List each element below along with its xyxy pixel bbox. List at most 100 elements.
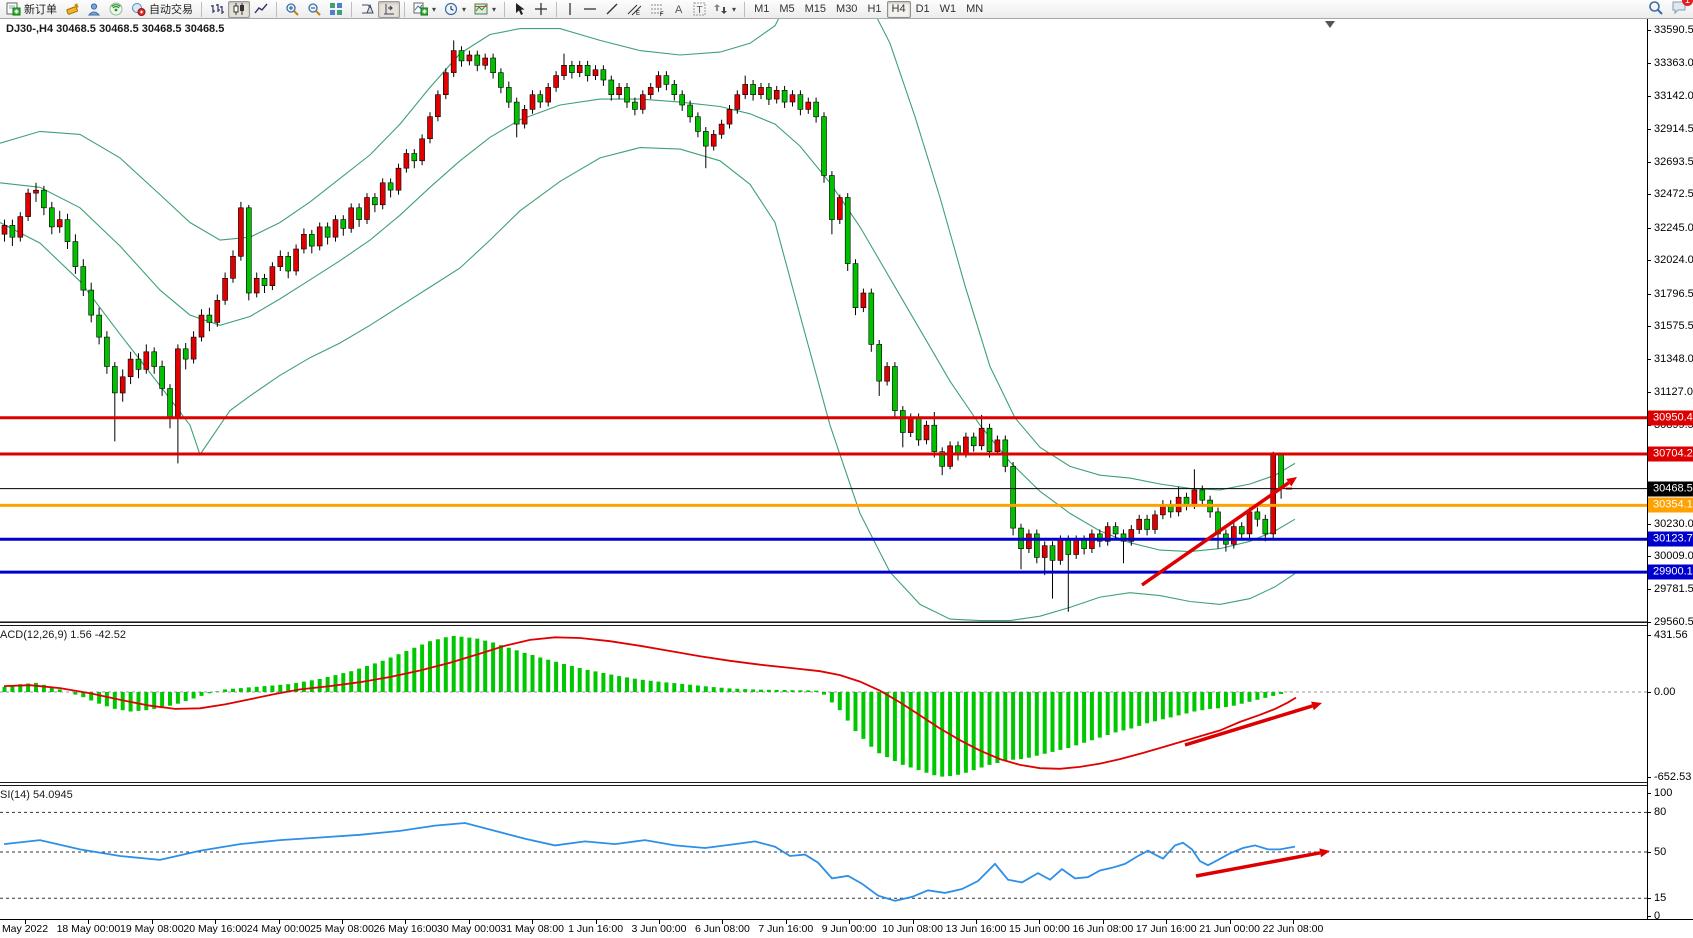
axis-tick bbox=[1648, 692, 1651, 693]
new-order-button[interactable]: 新订单 bbox=[2, 1, 61, 18]
profile-button[interactable] bbox=[83, 1, 105, 18]
chartshift-icon bbox=[382, 2, 396, 16]
cursor-button[interactable] bbox=[509, 1, 530, 18]
signals-button[interactable] bbox=[105, 1, 127, 18]
axis-tick-label: 0.00 bbox=[1654, 686, 1675, 698]
axis-tick bbox=[1648, 852, 1651, 853]
linech-icon bbox=[254, 2, 268, 16]
symbol-ohlc-readout: DJ30-,H4 30468.5 30468.5 30468.5 30468.5 bbox=[6, 23, 224, 35]
styler-button[interactable] bbox=[61, 1, 83, 18]
auto-scroll-button[interactable] bbox=[356, 1, 378, 18]
timeframe-w1-button[interactable]: W1 bbox=[935, 1, 962, 18]
macd-panel-splitter[interactable] bbox=[0, 622, 1647, 626]
macd-indicator-label: ACD(12,26,9) 1.56 -42.52 bbox=[0, 629, 126, 641]
timeframe-h4-button[interactable]: H4 bbox=[887, 1, 911, 18]
timeframe-mn-button[interactable]: MN bbox=[961, 1, 988, 18]
zoom-out-button[interactable] bbox=[303, 1, 325, 18]
timeframe-m30-button[interactable]: M30 bbox=[831, 1, 862, 18]
axis-tick-label: 30009.0 bbox=[1654, 550, 1693, 562]
timeframe-h1-button[interactable]: H1 bbox=[862, 1, 886, 18]
chart-shift-button[interactable] bbox=[378, 1, 400, 18]
axis-tick-label: 100 bbox=[1654, 787, 1672, 799]
time-axis-label: 7 Jun 16:00 bbox=[758, 923, 813, 935]
axis-tick-label: 30230.0 bbox=[1654, 518, 1693, 530]
axis-tick bbox=[1648, 96, 1651, 97]
time-axis-label: 25 May 08:00 bbox=[310, 923, 374, 935]
time-axis[interactable]: May 202218 May 00:0019 May 08:0020 May 1… bbox=[0, 919, 1693, 938]
candles-chart-button[interactable] bbox=[228, 1, 250, 18]
signal-icon bbox=[109, 2, 123, 16]
periods-button[interactable]: ▾ bbox=[440, 1, 470, 18]
rsi-panel-splitter[interactable] bbox=[0, 782, 1647, 786]
timeframe-m5-button[interactable]: M5 bbox=[774, 1, 799, 18]
fibonacci-button[interactable]: F bbox=[646, 1, 669, 18]
candles-icon bbox=[232, 2, 246, 16]
time-axis-label: 9 Jun 00:00 bbox=[822, 923, 877, 935]
time-axis-label: 22 Jun 08:00 bbox=[1263, 923, 1324, 935]
axis-tick-label: 33363.0 bbox=[1654, 57, 1693, 69]
time-axis-label: 21 Jun 00:00 bbox=[1199, 923, 1260, 935]
time-axis-label: 17 Jun 16:00 bbox=[1136, 923, 1197, 935]
crosshair-button[interactable] bbox=[530, 1, 552, 18]
channel-button[interactable]: E bbox=[623, 1, 646, 18]
price-line-label: 30950.4 bbox=[1648, 411, 1693, 426]
toolbar-separator bbox=[556, 2, 557, 17]
time-axis-label: 18 May 00:00 bbox=[57, 923, 121, 935]
textA-icon: A bbox=[673, 2, 685, 16]
price-axis[interactable]: 33590.533363.033142.032914.532693.532472… bbox=[1647, 19, 1693, 920]
time-axis-label: 1 Jun 16:00 bbox=[568, 923, 623, 935]
autotrade-button-label: 自动交易 bbox=[149, 1, 193, 17]
timeframe-m1-button[interactable]: M1 bbox=[749, 1, 774, 18]
indicators-button[interactable]: ▾ bbox=[409, 1, 440, 18]
chart-shift-marker[interactable] bbox=[1325, 21, 1335, 28]
timeframe-d1-button[interactable]: D1 bbox=[911, 1, 935, 18]
axis-tick bbox=[1648, 556, 1651, 557]
search-icon[interactable] bbox=[1648, 0, 1663, 18]
timeframe-m15-button[interactable]: M15 bbox=[800, 1, 831, 18]
autotrade-button[interactable]: 自动交易 bbox=[127, 1, 197, 18]
axis-tick bbox=[1648, 635, 1651, 636]
text-button[interactable]: A bbox=[669, 1, 689, 18]
vline-icon bbox=[565, 2, 575, 16]
hline-button[interactable] bbox=[579, 1, 601, 18]
clock-icon bbox=[444, 2, 458, 16]
axis-tick bbox=[1648, 294, 1651, 295]
vline-button[interactable] bbox=[561, 1, 579, 18]
line-chart-button[interactable] bbox=[250, 1, 272, 18]
price-line-label: 30123.7 bbox=[1648, 532, 1693, 547]
time-axis-label: 24 May 00:00 bbox=[247, 923, 311, 935]
svg-text:A: A bbox=[675, 4, 683, 16]
bars-chart-button[interactable] bbox=[206, 1, 228, 18]
axis-tick bbox=[1648, 326, 1651, 327]
axis-tick bbox=[1648, 359, 1651, 360]
profile-icon bbox=[87, 2, 101, 16]
chevron-down-icon: ▾ bbox=[432, 5, 436, 14]
tile-windows-button[interactable] bbox=[325, 1, 347, 18]
axis-tick-label: 32245.0 bbox=[1654, 222, 1693, 234]
neworder-icon bbox=[6, 2, 21, 16]
new-order-button-label: 新订单 bbox=[24, 1, 57, 17]
time-axis-label: 19 May 08:00 bbox=[120, 923, 184, 935]
axis-tick-label: 31796.5 bbox=[1654, 288, 1693, 300]
label-button[interactable]: T bbox=[689, 1, 710, 18]
time-axis-label: 20 May 16:00 bbox=[183, 923, 247, 935]
mt4-window: { "toolbar": { "buttons_left": [ {"name"… bbox=[0, 0, 1693, 938]
trendline-button[interactable] bbox=[601, 1, 623, 18]
chevron-down-icon: ▾ bbox=[492, 5, 496, 14]
zoomout-icon bbox=[307, 2, 321, 16]
time-axis-label: 3 Jun 00:00 bbox=[632, 923, 687, 935]
news-bubble-icon[interactable]: 1 bbox=[1671, 0, 1687, 18]
hline-icon bbox=[583, 2, 597, 16]
main-chart-canvas[interactable] bbox=[0, 0, 1647, 623]
shapes-button[interactable]: ▾ bbox=[710, 1, 740, 18]
time-axis-label: 6 Jun 08:00 bbox=[695, 923, 750, 935]
axis-tick-label: 15 bbox=[1654, 892, 1666, 904]
tiles-icon bbox=[329, 2, 343, 16]
axis-tick bbox=[1648, 793, 1651, 794]
templates-button[interactable]: ▾ bbox=[470, 1, 500, 18]
price-line-label: 30468.5 bbox=[1648, 482, 1693, 497]
shapes-icon bbox=[714, 2, 728, 16]
time-axis-label: 16 Jun 08:00 bbox=[1072, 923, 1133, 935]
zoom-in-button[interactable] bbox=[281, 1, 303, 18]
axis-tick bbox=[1648, 524, 1651, 525]
